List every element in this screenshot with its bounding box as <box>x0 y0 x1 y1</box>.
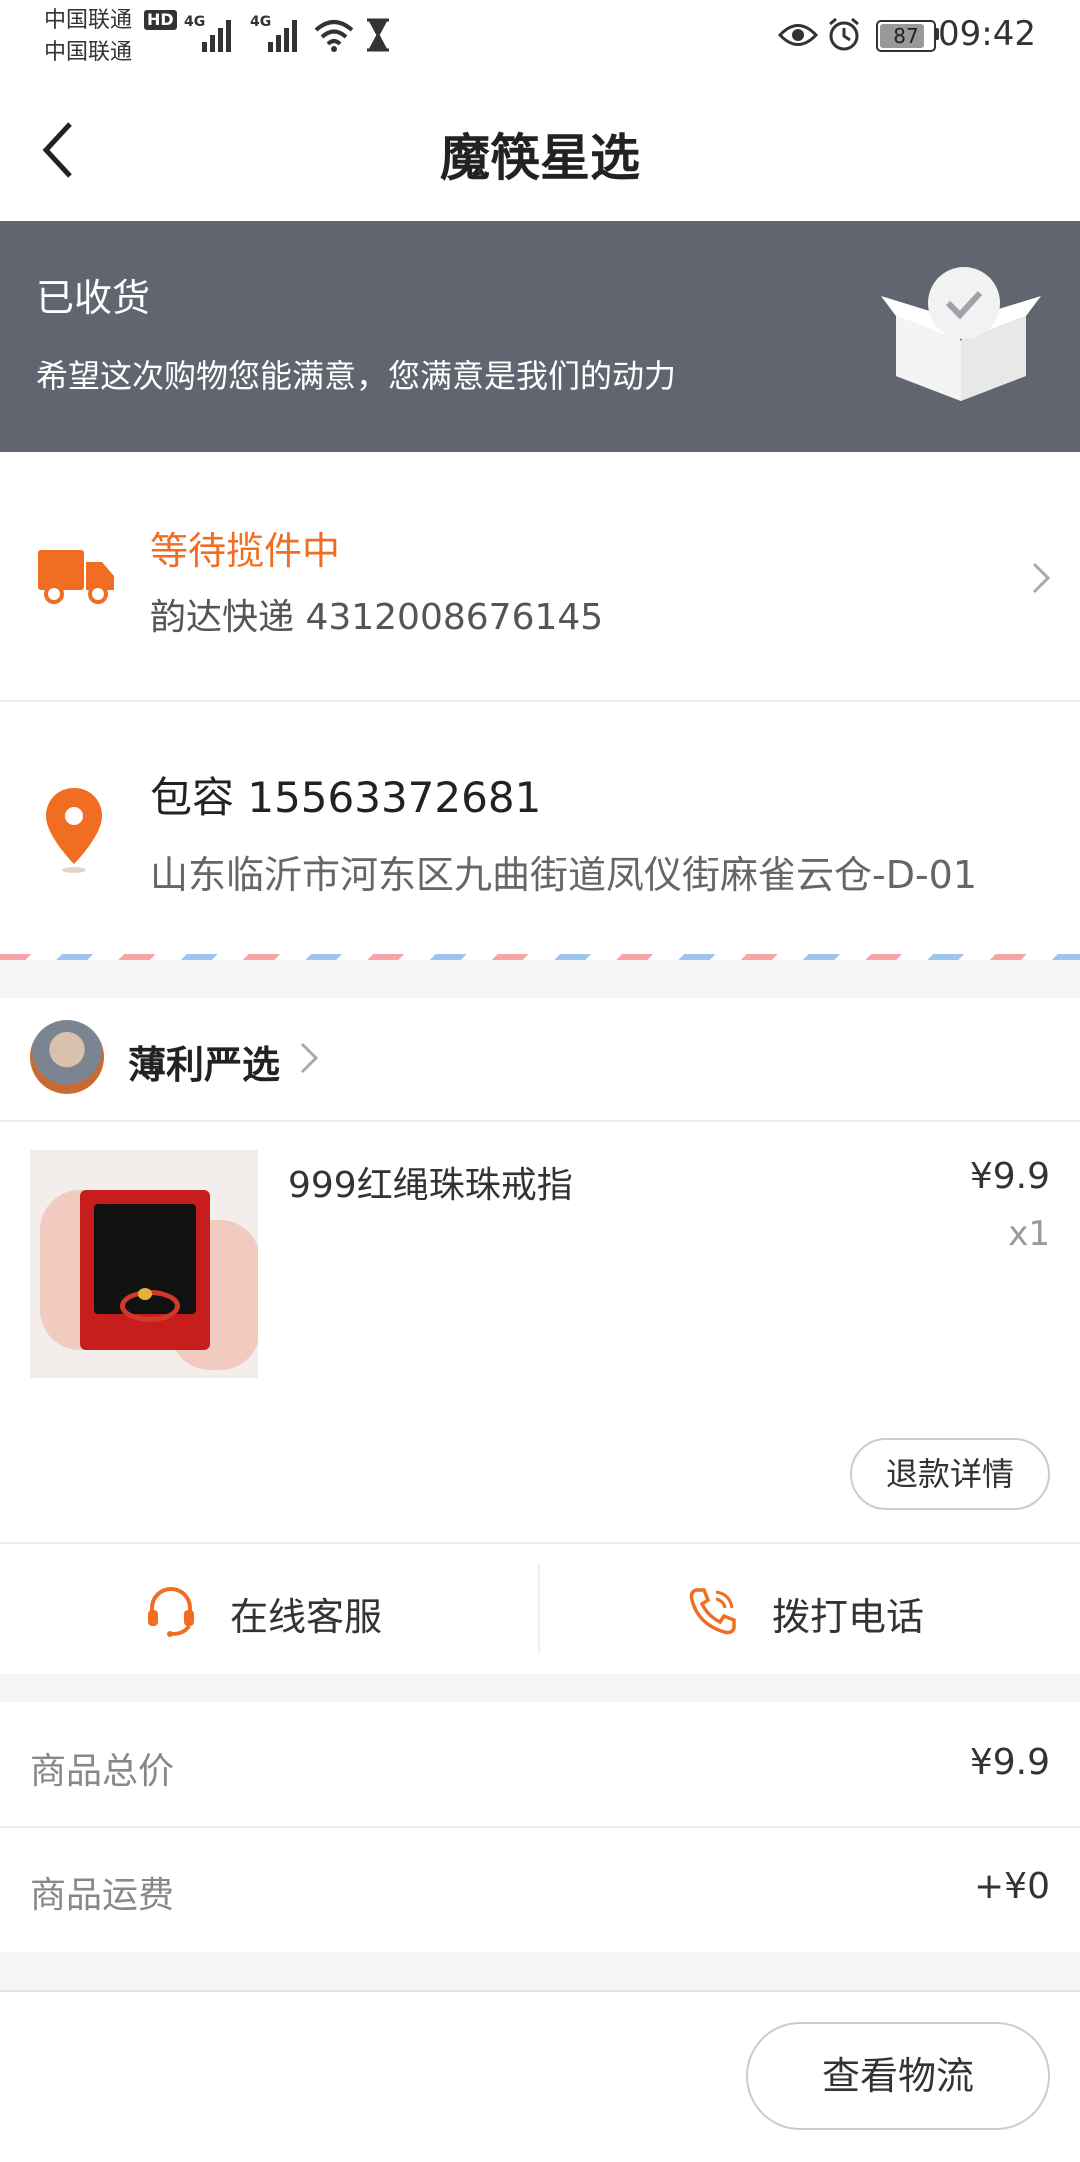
product-image <box>30 1150 258 1378</box>
product-item[interactable]: 999红绳珠珠戒指 ¥9.9 x1 退款详情 <box>0 1122 1080 1542</box>
logistics-status: 等待揽件中 <box>150 529 341 573</box>
airmail-stripe <box>0 954 1080 960</box>
carrier-2: 中国联通 <box>44 40 133 65</box>
hourglass-icon <box>367 18 389 52</box>
signal-icon <box>202 20 231 52</box>
courier-tracking-number: 韵达快递 4312008676145 <box>150 597 604 638</box>
shop-avatar <box>30 1020 104 1094</box>
headset-icon <box>148 1587 194 1637</box>
alarm-icon <box>829 17 859 51</box>
shop-name: 薄利严选 <box>128 1043 281 1087</box>
bottom-action-bar: 查看物流 <box>0 1990 1080 2162</box>
shop-row[interactable]: 薄利严选 <box>0 998 1080 1120</box>
phone-icon <box>689 1588 736 1635</box>
order-status-banner: 已收货 希望这次购物您能满意，您满意是我们的动力 <box>0 221 1080 452</box>
address-section: 包容 15563372681 山东临沂市河东区九曲街道凤仪街麻雀云仓-D-01 <box>0 702 1080 960</box>
call-phone-label: 拨打电话 <box>772 1595 925 1639</box>
recipient-contact: 包容 15563372681 <box>150 773 542 822</box>
shipping-fee-value: +¥0 <box>974 1866 1050 1907</box>
product-name: 999红绳珠珠戒指 <box>288 1165 573 1206</box>
nav-header: 魔筷星选 <box>0 76 1080 221</box>
delivery-address: 山东临沂市河东区九曲街道凤仪街麻雀云仓-D-01 <box>150 853 978 897</box>
chevron-right-icon <box>300 1042 319 1074</box>
battery-level: 87 <box>893 24 919 48</box>
location-pin-icon <box>46 788 102 873</box>
logistics-row[interactable]: 等待揽件中 韵达快递 4312008676145 <box>0 452 1080 700</box>
chevron-right-icon <box>1032 562 1051 594</box>
wifi-icon <box>314 20 354 52</box>
status-bar: 中国联通 中国联通 HD 4G 4G 87 09:42 <box>0 0 1080 76</box>
battery-icon: 87 <box>876 20 936 52</box>
summary-row-total: 商品总价 ¥9.9 <box>0 1702 1080 1826</box>
order-status-subtitle: 希望这次购物您能满意，您满意是我们的动力 <box>36 357 677 395</box>
view-logistics-button[interactable]: 查看物流 <box>746 2022 1050 2130</box>
shipping-fee-label: 商品运费 <box>30 1875 175 1916</box>
order-status-title: 已收货 <box>36 276 151 320</box>
package-box-icon <box>881 267 1041 401</box>
page-title: 魔筷星选 <box>440 129 640 187</box>
carrier-1: 中国联通 <box>44 8 133 33</box>
clock: 09:42 <box>938 14 1036 54</box>
product-price: ¥9.9 <box>969 1156 1050 1197</box>
call-phone-button[interactable]: 拨打电话 <box>540 1544 1080 1674</box>
summary-row-shipping: 商品运费 +¥0 <box>0 1828 1080 1952</box>
product-quantity: x1 <box>1008 1214 1050 1254</box>
total-price-label: 商品总价 <box>30 1751 175 1792</box>
delivery-truck-icon <box>38 550 114 604</box>
service-row: 在线客服 拨打电话 <box>0 1544 1080 1674</box>
signal-icon <box>268 20 297 52</box>
eye-comfort-icon <box>778 24 818 46</box>
online-service-label: 在线客服 <box>230 1595 383 1639</box>
total-price-value: ¥9.9 <box>969 1742 1050 1783</box>
online-service-button[interactable]: 在线客服 <box>0 1544 538 1674</box>
hd-badge: HD <box>144 10 177 30</box>
refund-details-button[interactable]: 退款详情 <box>850 1438 1050 1510</box>
